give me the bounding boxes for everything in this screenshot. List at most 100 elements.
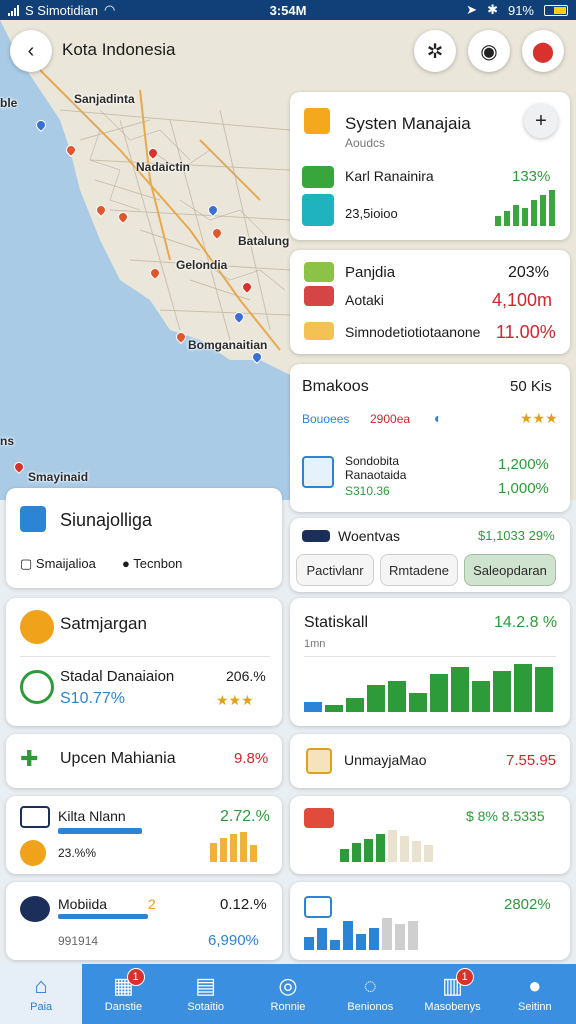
upcom-title: Upcen Mahiania: [60, 750, 176, 767]
tab-rmtadene[interactable]: Rmtadene: [380, 554, 458, 586]
stats-row-title: Sondobita: [345, 454, 400, 468]
system-card[interactable]: Systen Manajaia Aoudcs + Karl Ranainira …: [290, 92, 570, 240]
notification-badge: 1: [126, 968, 145, 986]
info-icon: ◐: [434, 410, 443, 426]
chart-bar: [352, 843, 361, 862]
chart-bar: [317, 928, 327, 950]
last-right-card[interactable]: 2802%: [290, 882, 570, 960]
tools-button[interactable]: ✲: [414, 30, 456, 72]
chart-bar: [514, 664, 532, 712]
nav-item-seitinn[interactable]: ● Seitinn: [494, 964, 576, 1024]
target-button[interactable]: ◉: [468, 30, 510, 72]
satum-card[interactable]: Satmjargan Stadal Danaiaion S10.77% 206.…: [6, 598, 282, 726]
chart-bar: [549, 190, 555, 226]
chart-bar: [540, 195, 546, 226]
alert-button[interactable]: ⬤: [522, 30, 564, 72]
woentvas-card[interactable]: Woentvas $1,1033 29% Pactivlanr Rmtadene…: [290, 518, 570, 592]
stats-metric: Bouoees: [302, 412, 350, 426]
project-card[interactable]: Panjdia 203% Aotaki 4,100m Simnodetiotio…: [290, 250, 570, 354]
nav-label: Sotaitio: [187, 1001, 225, 1013]
document-icon: [302, 456, 334, 488]
chart-bar: [409, 693, 427, 712]
chart-bar: [325, 705, 343, 712]
stats-metric: 2900ea: [370, 412, 411, 426]
kota-card[interactable]: Kilta Nlann 23.%% 2.72.%: [6, 796, 282, 874]
tag-label: Smaijalioa: [35, 556, 96, 571]
nav-item-danstie[interactable]: ▦ Danstie 1: [82, 964, 164, 1024]
satum-title: Satmjargan: [60, 614, 147, 633]
tab-saleopdaran[interactable]: Saleopdaran: [464, 554, 556, 586]
nav-item-paia[interactable]: ⌂ Paia: [0, 964, 83, 1024]
nav-label: Masobenys: [424, 1001, 481, 1013]
chart-bar: [304, 937, 314, 950]
back-button[interactable]: ‹: [10, 30, 52, 72]
unmay-card[interactable]: UnmayjaMao 7.55.95: [290, 734, 570, 788]
chart-bar: [340, 849, 349, 862]
chart-bar: [250, 845, 257, 862]
progress-bar: [58, 914, 148, 919]
divider: [20, 656, 270, 657]
profile-icon: ●: [528, 973, 542, 998]
mobile-card[interactable]: Mobiida 2 991914 0.12.% 6,990%: [6, 882, 282, 960]
chart-bar: [451, 667, 469, 712]
kota-bar-chart: [210, 832, 257, 862]
shield-icon: [20, 506, 46, 532]
project-icon: [304, 286, 334, 306]
stats-card[interactable]: Bmakoos 50 Kis Bouoees 2900ea ◐ ★★★ Sond…: [290, 364, 570, 512]
calendar-icon: [304, 896, 332, 918]
battery-icon: [544, 4, 568, 16]
document-icon: ▤: [195, 973, 217, 998]
stats-row-footer: S310.36: [345, 484, 390, 498]
mobile-title: Mobiida: [58, 896, 108, 912]
system-trend-chart: [495, 190, 555, 226]
add-button[interactable]: +: [524, 104, 558, 138]
unmay-title: UnmayjaMao: [344, 752, 427, 768]
stats-title: Bmakoos: [302, 378, 369, 395]
mobile-tick: 2: [148, 896, 156, 912]
chart-bar: [522, 208, 528, 226]
rating-stars-icon: ★★★: [520, 410, 558, 426]
sinuma-title: Siunajolliga: [60, 510, 153, 530]
house-icon: [306, 748, 332, 774]
statistik-subtitle: 1mn: [304, 638, 326, 650]
chart-bar: [513, 205, 519, 226]
alert-pin-icon: ⬤: [531, 40, 555, 63]
statistik-title: Statiskall: [304, 614, 369, 631]
nav-item-benionos[interactable]: ◌ Benionos: [329, 964, 411, 1024]
system-row-label: Karl Ranainira: [345, 168, 434, 184]
upcom-card[interactable]: ✚ Upcen Mahiania 9.8%: [6, 734, 282, 788]
sinuma-tag[interactable]: ● Tecnbon: [122, 556, 182, 571]
tag-label: Tecnbon: [133, 556, 183, 571]
map-label: Gelondia: [176, 258, 228, 272]
chart-bar: [220, 838, 227, 862]
system-sub-value: 23,5ioioo: [345, 206, 398, 221]
card-icon: [304, 322, 334, 340]
system-logo-icon: [304, 108, 330, 134]
project-row-value: 11.00%: [496, 322, 556, 342]
chart-bar: [376, 834, 385, 862]
nav-item-sotaitio[interactable]: ▤ Sotaitio: [165, 964, 247, 1024]
stats-pct: 1,000%: [498, 480, 549, 497]
last-right-value: 2802%: [504, 896, 551, 913]
tag-icon: ●: [122, 556, 130, 571]
chart-bar: [430, 674, 448, 712]
sinuma-card[interactable]: Siunajolliga ▢ Smaijalioa ● Tecnbon: [6, 488, 282, 588]
progress-bar: [58, 828, 142, 834]
bluetooth-icon: ✱: [487, 2, 498, 17]
statistik-card[interactable]: Statiskall 1mn 14.2.8 %: [290, 598, 570, 726]
shield-icon: [20, 896, 50, 922]
nav-item-ronnie[interactable]: ◎ Ronnie: [247, 964, 329, 1024]
map-label: Sanjadinta: [74, 92, 135, 106]
sinuma-tag[interactable]: ▢ Smaijalioa: [20, 556, 96, 572]
chart-bar: [382, 918, 392, 950]
chart-bar: [364, 839, 373, 862]
heart-icon: ◎: [278, 973, 298, 998]
monitor-icon: [20, 806, 50, 828]
mid-right-card[interactable]: $ 8% 8.5335: [290, 796, 570, 874]
mobile-pct: 6,990%: [208, 932, 259, 949]
map-label: ns: [0, 434, 15, 448]
status-time: 3:54M: [269, 2, 307, 18]
tab-pactivlanr[interactable]: Pactivlanr: [296, 554, 374, 586]
chart-bar: [424, 845, 433, 862]
nav-item-masobenys[interactable]: ▥ Masobenys 1: [411, 964, 493, 1024]
